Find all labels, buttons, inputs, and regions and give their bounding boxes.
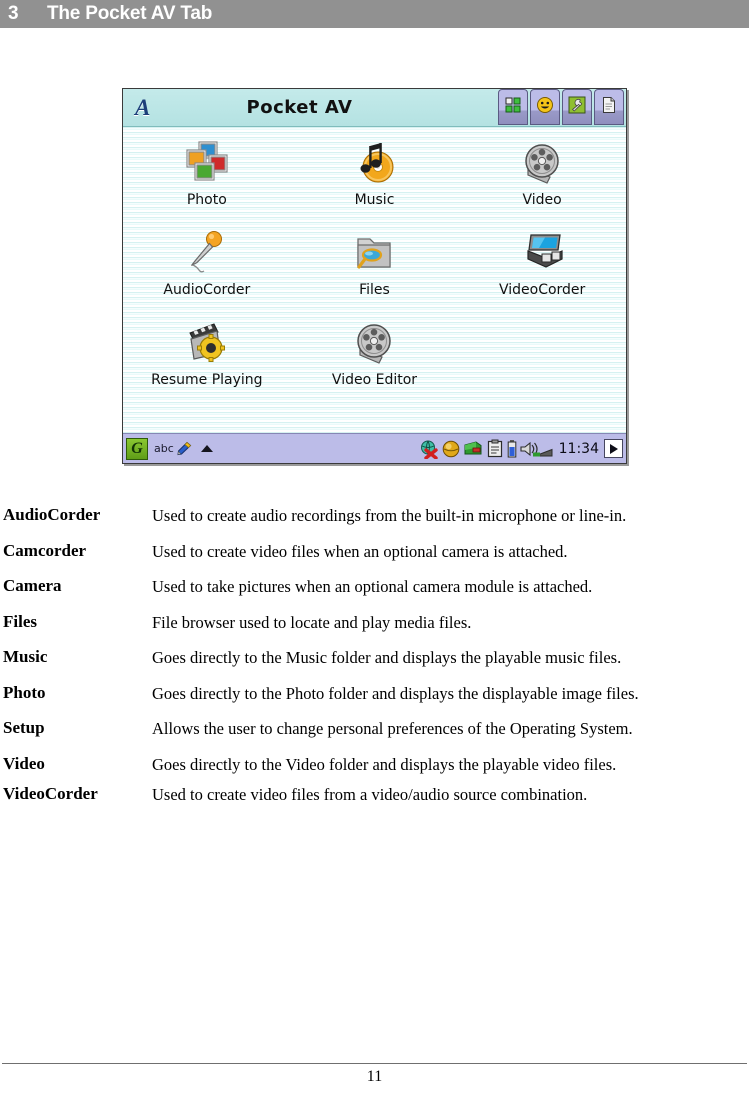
network-disconnected-icon[interactable] xyxy=(419,439,439,459)
app-icon-empty-slot xyxy=(458,315,626,405)
app-label: Files xyxy=(359,282,390,298)
footer-divider xyxy=(2,1063,747,1064)
pencil-icon xyxy=(177,441,192,456)
page-number: 11 xyxy=(366,1068,383,1085)
definition-description: Used to create video files from a video/… xyxy=(152,784,588,804)
app-icon-video-editor[interactable]: Video Editor xyxy=(291,315,459,405)
definition-description: Used to create audio recordings from the… xyxy=(152,506,627,525)
film-reel-icon xyxy=(516,135,568,191)
app-icon-grid: Photo Music Video AudioCorder Files Vide… xyxy=(123,135,626,405)
definition-term: Camcorder xyxy=(3,540,87,560)
definition-term: Music xyxy=(3,647,48,666)
app-label: Music xyxy=(354,192,395,208)
definition-description: Goes directly to the Video folder and di… xyxy=(152,754,617,774)
app-icon-resume-playing[interactable]: Resume Playing xyxy=(123,315,291,405)
definition-row: Files File browser used to locate and pl… xyxy=(0,612,749,648)
definition-row: Video Goes directly to the Video folder … xyxy=(0,754,749,784)
definition-description: Goes directly to the Photo folder and di… xyxy=(152,683,639,703)
definition-row: AudioCorder Used to create audio recordi… xyxy=(0,505,749,541)
definition-description: File browser used to locate and play med… xyxy=(152,612,472,632)
definition-description: Allows the user to change personal prefe… xyxy=(152,719,633,738)
app-icon-video[interactable]: Video xyxy=(458,135,626,225)
music-note-cd-icon xyxy=(348,135,400,191)
definition-term: Files xyxy=(3,611,37,631)
sip-label: abc xyxy=(154,442,174,455)
definition-term: VideoCorder xyxy=(3,783,98,803)
app-label: Resume Playing xyxy=(151,372,263,388)
input-panel-button[interactable]: abc xyxy=(154,441,192,456)
app-icon-music[interactable]: Music xyxy=(291,135,459,225)
definition-description: Goes directly to the Music folder and di… xyxy=(152,648,622,667)
titlebar-buttons xyxy=(498,89,624,125)
definition-term: Camera xyxy=(3,576,62,595)
definition-term: Photo xyxy=(3,682,46,702)
chapter-header-bar: 3 The Pocket AV Tab xyxy=(0,0,749,28)
definition-row: Camera Used to take pictures when an opt… xyxy=(0,576,749,612)
sip-chevron-up-icon[interactable] xyxy=(200,445,213,452)
definition-description: Used to create video files when an optio… xyxy=(152,541,568,561)
clipboard-icon[interactable] xyxy=(485,439,505,459)
definition-row: VideoCorder Used to create video files f… xyxy=(0,784,749,814)
definition-term: Setup xyxy=(3,718,45,737)
microphone-icon xyxy=(181,225,233,281)
film-reel-icon xyxy=(348,315,400,371)
app-icon-audiocorder[interactable]: AudioCorder xyxy=(123,225,291,315)
app-icon-area: Photo Music Video AudioCorder Files Vide… xyxy=(123,127,626,433)
folder-magnifier-icon xyxy=(348,225,400,281)
definition-row: Camcorder Used to create video files whe… xyxy=(0,541,749,577)
app-icon-photo[interactable]: Photo xyxy=(123,135,291,225)
wallet-icon[interactable] xyxy=(463,439,483,459)
wrench-icon[interactable] xyxy=(562,89,592,125)
system-tray: 11:34 xyxy=(419,439,626,459)
chapter-number: 3 xyxy=(8,3,19,24)
camcorder-icon xyxy=(516,225,568,281)
app-label: Photo xyxy=(186,192,227,208)
document-icon[interactable] xyxy=(594,89,624,125)
app-label: Video Editor xyxy=(331,372,418,388)
definition-row: Photo Goes directly to the Photo folder … xyxy=(0,683,749,719)
app-label: Video xyxy=(522,192,562,208)
app-icon-files[interactable]: Files xyxy=(291,225,459,315)
taskbar-clock: 11:34 xyxy=(558,440,599,457)
tray-expand-button[interactable] xyxy=(604,439,623,458)
definition-term: Video xyxy=(3,753,45,773)
chapter-title: The Pocket AV Tab xyxy=(47,3,213,24)
definition-row: Music Goes directly to the Music folder … xyxy=(0,647,749,683)
device-taskbar: G abc 11:34 xyxy=(123,433,626,463)
app-label: VideoCorder xyxy=(498,282,586,298)
definition-row: Setup Allows the user to change personal… xyxy=(0,718,749,754)
volume-icon[interactable] xyxy=(519,439,553,459)
blocks-icon[interactable] xyxy=(498,89,528,125)
app-icon-videocorder[interactable]: VideoCorder xyxy=(458,225,626,315)
clapperboard-gear-icon xyxy=(181,315,233,371)
app-titlebar: A Pocket AV xyxy=(123,89,626,127)
definition-description: Used to take pictures when an optional c… xyxy=(152,577,593,596)
smiley-icon[interactable] xyxy=(530,89,560,125)
device-screenshot: A Pocket AV Photo Music Video AudioCorde… xyxy=(122,88,627,464)
photos-stack-icon xyxy=(181,135,233,191)
start-button[interactable]: G xyxy=(126,437,148,460)
definition-term: AudioCorder xyxy=(3,505,101,524)
globe-icon[interactable] xyxy=(441,439,461,459)
battery-icon[interactable] xyxy=(507,439,517,459)
definition-list: AudioCorder Used to create audio recordi… xyxy=(0,505,749,814)
manual-page: 3 The Pocket AV Tab A Pocket AV Photo Mu… xyxy=(0,0,749,1097)
app-label: AudioCorder xyxy=(163,282,251,298)
